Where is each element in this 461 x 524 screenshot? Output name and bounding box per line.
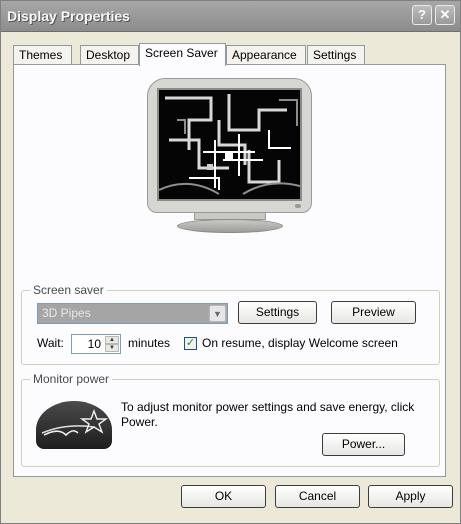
screen-saver-panel: Screen saver 3D Pipes ▼ Settings Preview… (13, 64, 446, 477)
screen-saver-group-label: Screen saver (30, 283, 107, 297)
monitor-power-group: Monitor power To adjust monitor power se… (21, 372, 440, 467)
spinner-buttons[interactable]: ▲ ▼ (105, 336, 119, 352)
pipes-preview-image (159, 90, 300, 199)
window-title: Display Properties (7, 8, 130, 24)
wait-minutes-value: 10 (87, 337, 101, 351)
screen-saver-preview (157, 88, 302, 201)
wait-label: Wait: (37, 336, 64, 350)
chevron-down-icon[interactable]: ▼ (209, 305, 226, 322)
wait-minutes-spinner[interactable]: 10 ▲ ▼ (71, 334, 121, 354)
help-icon: ? (418, 7, 426, 22)
energy-star-logo (36, 401, 112, 449)
close-button[interactable]: ✕ (435, 5, 455, 25)
tab-desktop[interactable]: Desktop (80, 45, 139, 65)
monitor-power-description: To adjust monitor power settings and sav… (121, 400, 415, 429)
screen-saver-settings-button[interactable]: Settings (238, 301, 317, 324)
screen-saver-select[interactable]: 3D Pipes ▼ (37, 303, 228, 324)
close-icon: ✕ (439, 7, 451, 22)
monitor-preview (147, 78, 312, 213)
help-button[interactable]: ? (412, 5, 432, 25)
title-bar[interactable]: Display Properties ? ✕ (1, 1, 460, 32)
monitor-power-group-label: Monitor power (30, 372, 113, 386)
monitor-stand (177, 219, 283, 233)
screen-saver-selected-value: 3D Pipes (42, 306, 91, 320)
ok-button[interactable]: OK (181, 485, 266, 508)
spin-down-icon[interactable]: ▼ (105, 344, 119, 352)
resume-label[interactable]: On resume, display Welcome screen (202, 336, 398, 350)
tab-settings[interactable]: Settings (307, 45, 365, 65)
minutes-label: minutes (128, 336, 171, 350)
spin-up-icon[interactable]: ▲ (105, 336, 119, 344)
energy-star-icon (41, 409, 109, 437)
tab-appearance[interactable]: Appearance (226, 45, 306, 65)
resume-checkbox[interactable]: ✓ (184, 337, 197, 350)
tab-screen-saver[interactable]: Screen Saver (139, 43, 226, 66)
display-properties-window: Display Properties ? ✕ Themes Desktop Sc… (0, 0, 461, 524)
tab-themes[interactable]: Themes (13, 45, 72, 65)
apply-button[interactable]: Apply (368, 485, 453, 508)
cancel-button[interactable]: Cancel (275, 485, 360, 508)
monitor-led (295, 204, 301, 208)
screen-saver-group: Screen saver 3D Pipes ▼ Settings Preview… (21, 283, 440, 365)
power-button[interactable]: Power... (322, 433, 405, 456)
preview-button[interactable]: Preview (331, 301, 416, 324)
